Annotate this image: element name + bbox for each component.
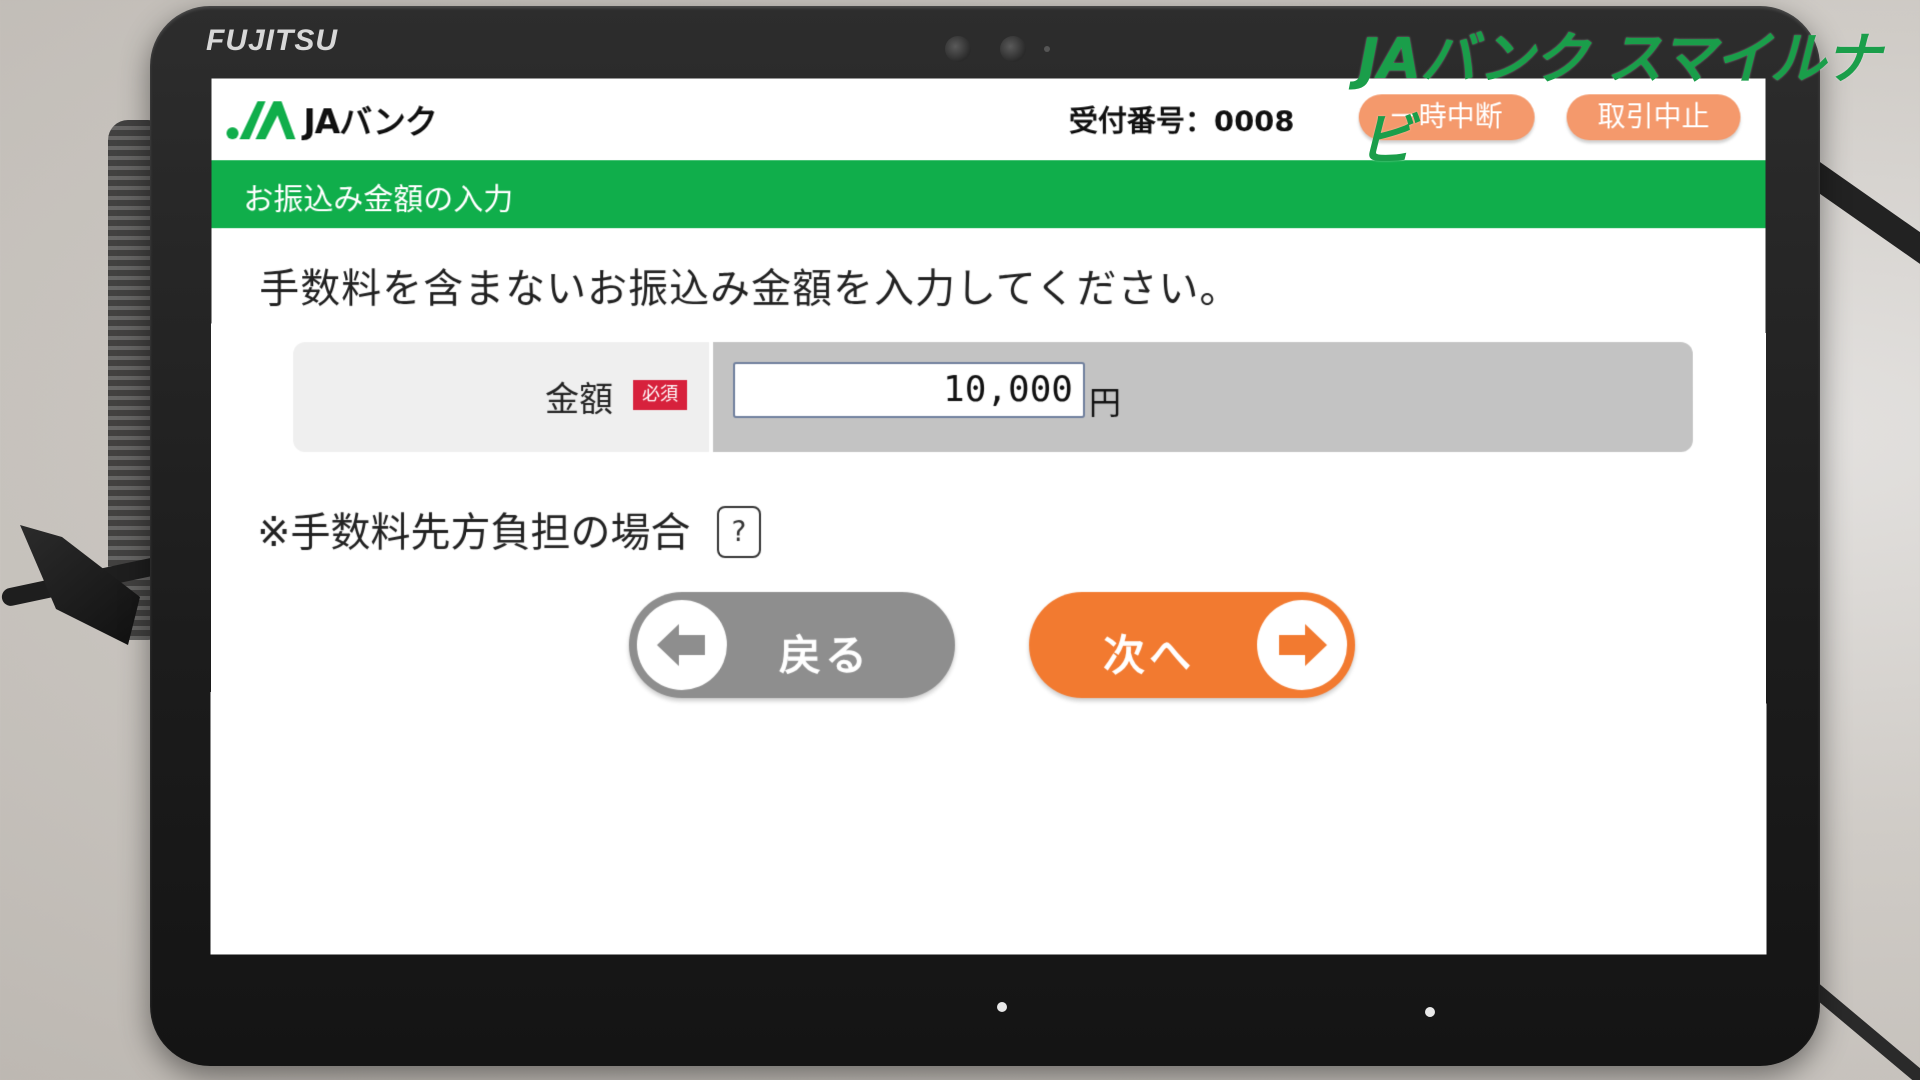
instruction-text: 手数料を含まないお振込み金額を入力してください。	[259, 266, 1241, 313]
sensor-icon	[1000, 36, 1026, 62]
next-circle	[1257, 600, 1348, 691]
amount-unit: 円	[1088, 384, 1121, 423]
section-title: お振込み金額の入力	[243, 182, 514, 218]
bezel-dot	[997, 1002, 1007, 1012]
amount-input[interactable]: 10,000	[733, 362, 1085, 419]
light-sensor-icon	[1044, 46, 1050, 52]
next-label: 次へ	[1103, 631, 1196, 681]
arrow-left-icon	[656, 623, 705, 666]
camera-icon	[945, 36, 971, 62]
arrow-right-icon	[1278, 623, 1327, 666]
ja-logo-icon	[226, 101, 296, 140]
back-button[interactable]: 戻る	[628, 592, 955, 699]
required-badge: 必須	[633, 380, 688, 411]
logo-text: JAバンク	[303, 102, 437, 142]
back-label: 戻る	[778, 631, 871, 681]
app-title-overlay: JAバンク スマイルナビ	[1358, 27, 1881, 173]
ticket-number: 受付番号：0008	[1068, 104, 1295, 139]
amount-label: 金額	[545, 380, 614, 421]
bezel-dot	[1425, 1007, 1435, 1017]
tablet-screen: JAバンク 受付番号：0008 一時中断 取引中止 お振込み金額の入力 手数料を…	[210, 78, 1767, 955]
back-circle	[636, 600, 727, 691]
amount-input-cell: 10,000 円	[713, 342, 1693, 453]
question-icon: ?	[731, 515, 747, 549]
amount-form-row: 金額 必須 10,000 円	[293, 342, 1693, 453]
device-brand: FUJITSU	[206, 24, 339, 57]
next-button[interactable]: 次へ	[1029, 592, 1356, 699]
fee-note: ※手数料先方負担の場合	[256, 510, 691, 557]
ja-bank-logo: JAバンク	[225, 94, 437, 144]
amount-label-cell: 金額 必須	[293, 342, 714, 453]
help-button[interactable]: ?	[716, 506, 762, 559]
